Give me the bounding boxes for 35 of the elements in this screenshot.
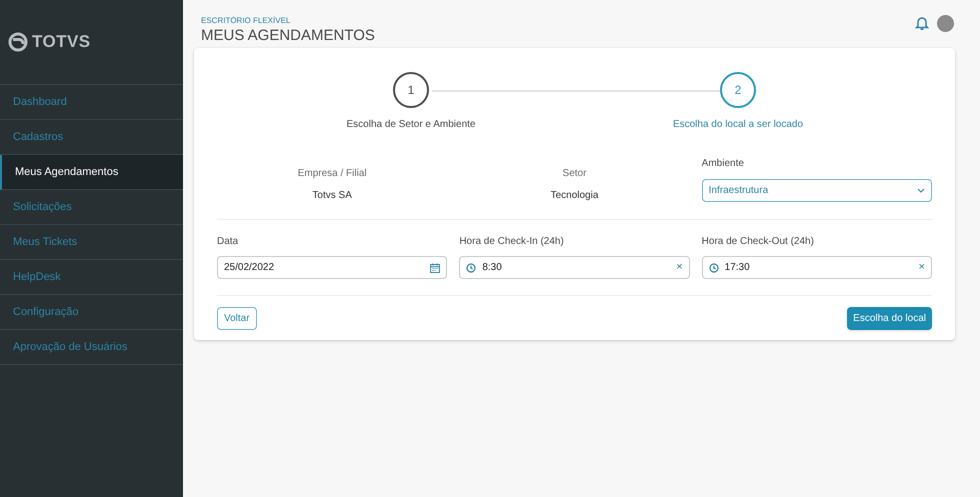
breadcrumb: ESCRITÓRIO FLEXÍVEL — [201, 15, 292, 27]
sidebar-item[interactable]: Meus Tickets — [0, 225, 183, 260]
time-field[interactable]: 8:30 × — [459, 256, 690, 279]
clear-button[interactable]: × — [918, 262, 925, 273]
brand-name: TOTVS — [32, 31, 90, 54]
logo-icon — [8, 32, 28, 52]
info-value: Totvs SA — [312, 189, 352, 203]
avatar[interactable] — [937, 15, 954, 32]
back-button[interactable]: Voltar — [217, 307, 257, 330]
sidebar-item[interactable]: Dashboard — [0, 85, 183, 120]
field-label: Hora de Check-Out (24h) — [702, 235, 815, 249]
sidebar-item[interactable]: Aprovação de Usuários — [0, 330, 183, 365]
date-field[interactable]: 25/02/2022 — [217, 256, 448, 279]
sidebar-item[interactable]: Solicitações — [0, 190, 183, 225]
field-label: Ambiente — [702, 157, 745, 171]
calendar-icon — [430, 262, 440, 272]
clock-icon — [708, 262, 719, 272]
chevron-down-icon — [916, 188, 925, 193]
info-value: Tecnologia — [550, 189, 598, 203]
field-label: Data — [217, 235, 240, 249]
page-title: MEUS AGENDAMENTOS — [201, 27, 375, 45]
next-button[interactable]: Escolha do local — [847, 307, 932, 330]
clear-button[interactable]: × — [676, 262, 683, 273]
clock-icon — [466, 262, 476, 272]
sidebar-item[interactable]: Configuração — [0, 295, 183, 330]
step-label: Escolha de Setor e Ambiente — [346, 118, 476, 132]
info-label: Empresa / Filial — [298, 167, 367, 181]
sidebar-item[interactable]: HelpDesk — [0, 260, 183, 295]
info-label: Setor — [562, 167, 586, 181]
bell-icon[interactable] — [915, 16, 929, 31]
sidebar-item[interactable]: Meus Agendamentos — [0, 155, 183, 190]
time-field[interactable]: 17:30 × — [702, 256, 932, 279]
field-label: Hora de Check-In (24h) — [459, 235, 565, 249]
step-label: Escolha do local a ser locado — [672, 118, 804, 132]
ambiente-select[interactable]: Infraestrutura — [702, 179, 932, 202]
